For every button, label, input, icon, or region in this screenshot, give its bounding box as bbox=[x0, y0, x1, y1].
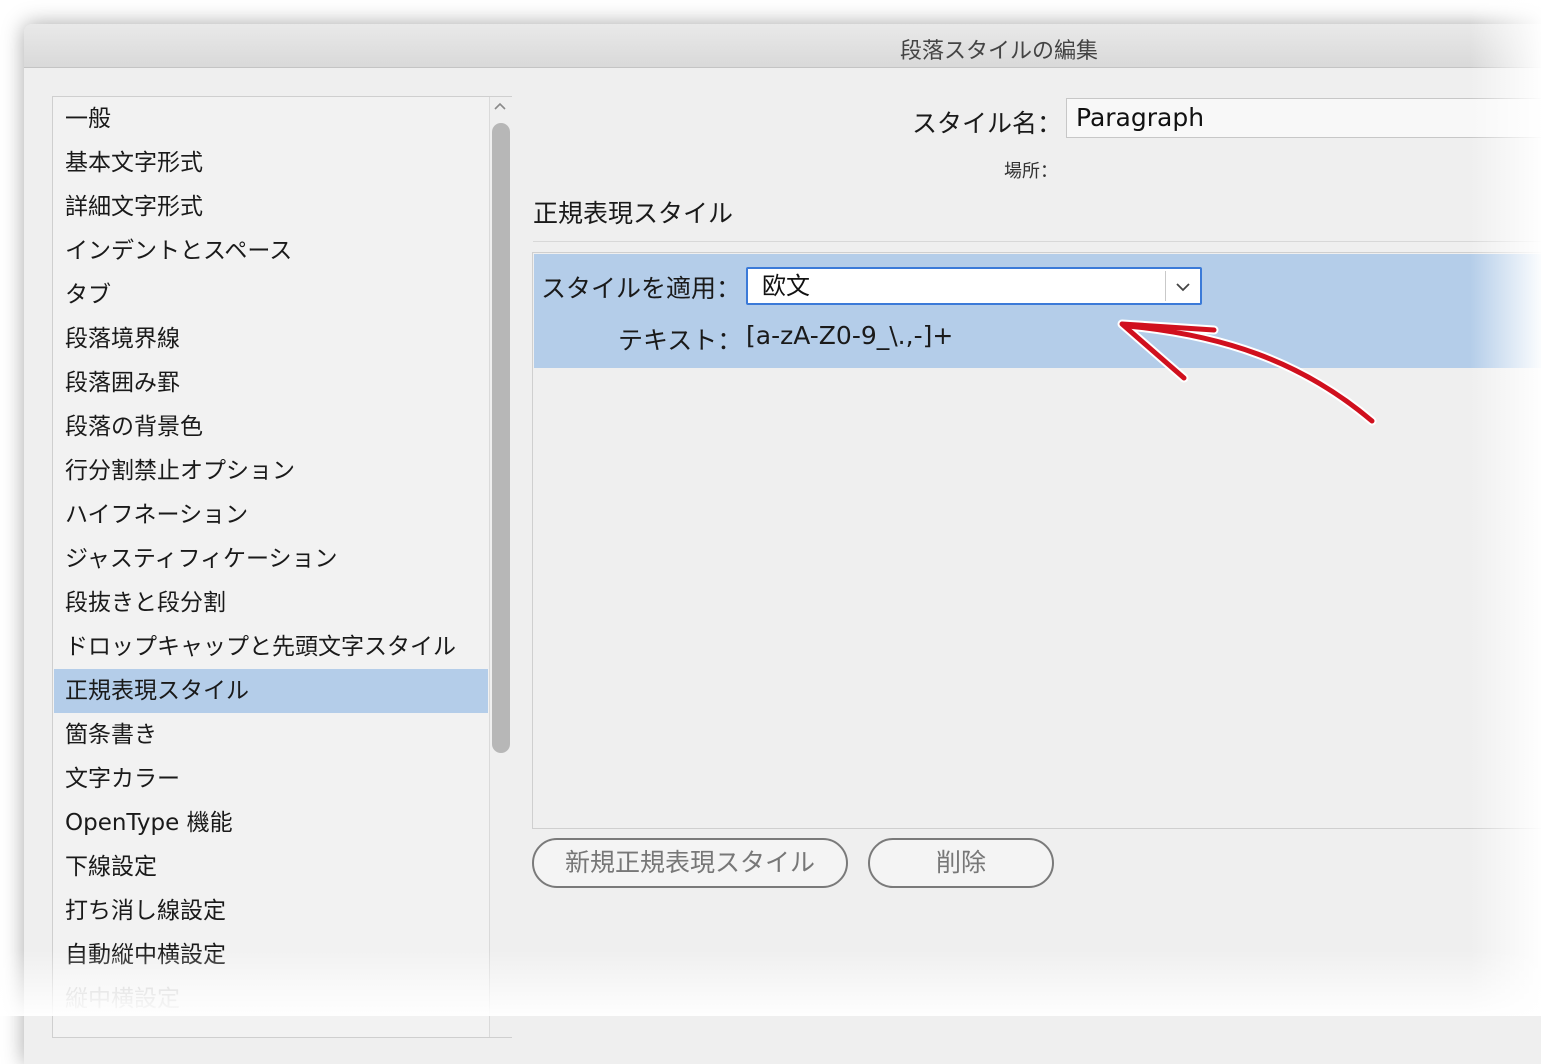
dialog-window: 段落スタイルの編集 一般 基本文字形式 詳細文字形式 インデントとスペース タブ 段落境界… bbox=[24, 24, 1541, 1064]
sidebar-item[interactable]: 行分割禁止オプション bbox=[54, 449, 488, 493]
sidebar-item[interactable]: 箇条書き bbox=[54, 713, 488, 757]
new-regex-style-button[interactable]: 新規正規表現スタイル bbox=[532, 838, 848, 888]
regex-style-list[interactable]: スタイルを適用： 欧文 テキスト： [a-zA-Z0-9_\.,-]+ bbox=[532, 252, 1541, 829]
sidebar-item[interactable]: 自動縦中横設定 bbox=[54, 933, 488, 977]
style-name-label: スタイル名： bbox=[912, 109, 1063, 138]
sidebar-item[interactable]: 縦中横設定 bbox=[54, 977, 488, 1021]
apply-style-value: 欧文 bbox=[762, 272, 810, 300]
text-pattern-label: テキスト： bbox=[618, 326, 743, 355]
sidebar-item[interactable]: 段落の背景色 bbox=[54, 405, 488, 449]
chevron-up-icon[interactable] bbox=[492, 97, 508, 119]
sidebar-item[interactable]: 基本文字形式 bbox=[54, 141, 488, 185]
sidebar-item[interactable]: 詳細文字形式 bbox=[54, 185, 488, 229]
apply-style-select[interactable]: 欧文 bbox=[746, 267, 1202, 305]
sidebar-item[interactable]: タブ bbox=[54, 273, 488, 317]
sidebar-item[interactable]: ハイフネーション bbox=[54, 493, 488, 537]
sidebar-item[interactable]: 一般 bbox=[54, 97, 488, 141]
sidebar-item[interactable]: ドロップキャップと先頭文字スタイル bbox=[54, 625, 488, 669]
regex-style-row[interactable]: スタイルを適用： 欧文 テキスト： [a-zA-Z0-9_\.,-]+ bbox=[534, 254, 1541, 368]
delete-button[interactable]: 削除 bbox=[868, 838, 1054, 888]
sidebar-item[interactable]: 打ち消し線設定 bbox=[54, 889, 488, 933]
sidebar-item[interactable]: 下線設定 bbox=[54, 845, 488, 889]
sidebar-item[interactable]: 文字カラー bbox=[54, 757, 488, 801]
location-label: 場所： bbox=[1004, 161, 1058, 182]
title-bar[interactable]: 段落スタイルの編集 bbox=[24, 24, 1541, 68]
style-name-input[interactable]: Paragraph bbox=[1066, 98, 1541, 138]
scrollbar-thumb[interactable] bbox=[492, 123, 510, 753]
sidebar-item[interactable]: インデントとスペース bbox=[54, 229, 488, 273]
sidebar-item[interactable]: 段抜きと段分割 bbox=[54, 581, 488, 625]
select-divider bbox=[1165, 271, 1166, 301]
text-pattern-value[interactable]: [a-zA-Z0-9_\.,-]+ bbox=[746, 321, 953, 350]
sidebar-item[interactable]: 段落境界線 bbox=[54, 317, 488, 361]
chevron-down-icon[interactable] bbox=[1174, 279, 1192, 293]
sidebar-item[interactable]: 段落囲み罫 bbox=[54, 361, 488, 405]
sidebar-item[interactable]: OpenType 機能 bbox=[54, 801, 488, 845]
category-list[interactable]: 一般 基本文字形式 詳細文字形式 インデントとスペース タブ 段落境界線 段落囲み罫 段落の背… bbox=[52, 96, 512, 1038]
sidebar-item[interactable]: ジャスティフィケーション bbox=[54, 537, 488, 581]
window-title: 段落スタイルの編集 bbox=[900, 39, 1099, 64]
section-divider bbox=[533, 241, 1541, 242]
section-title: 正規表現スタイル bbox=[533, 199, 734, 228]
sidebar-item[interactable]: 正規表現スタイル bbox=[54, 669, 488, 713]
apply-style-label: スタイルを適用： bbox=[541, 274, 742, 303]
